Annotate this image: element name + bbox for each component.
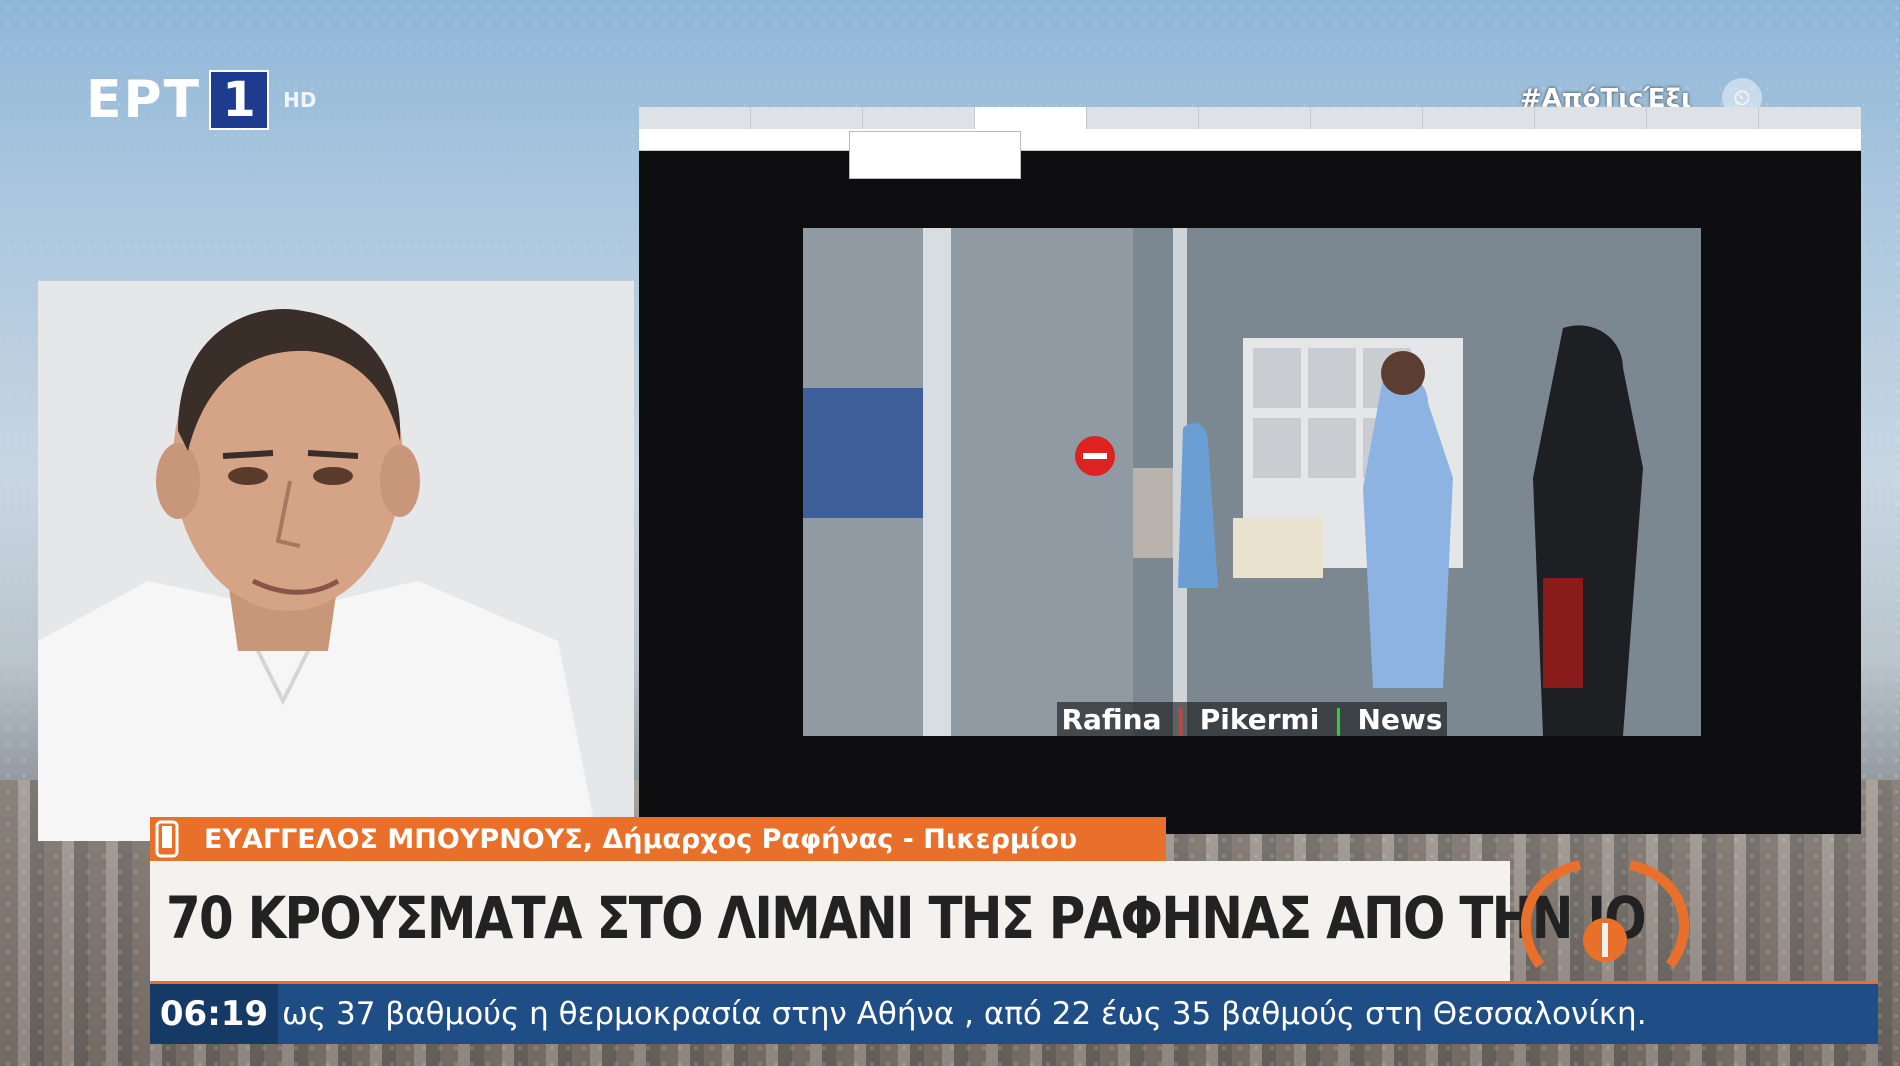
browser-tab[interactable] xyxy=(863,107,975,129)
browser-tab[interactable] xyxy=(1087,107,1199,129)
logo-text: ΕΡΤ xyxy=(86,70,202,130)
screen-share: Rafina | Pikermi | News xyxy=(639,107,1861,834)
browser-tab[interactable] xyxy=(751,107,863,129)
phone-icon xyxy=(150,817,184,861)
browser-tab-bar xyxy=(639,107,1861,129)
caption-separator: | xyxy=(1333,702,1344,736)
browser-tab[interactable] xyxy=(1199,107,1311,129)
headline: 70 ΚΡΟΥΣΜΑΤΑ ΣΤΟ ΛΙΜΑΝΙ ΤΗΣ ΡΑΦΗΝΑΣ ΑΠΟ … xyxy=(166,884,1647,952)
browser-tab[interactable] xyxy=(1535,107,1647,129)
video-caption: Rafina | Pikermi | News xyxy=(1057,702,1447,736)
browser-tab[interactable] xyxy=(1423,107,1535,129)
tab-tooltip xyxy=(849,131,1021,179)
name-strip: ΕΥΑΓΓΕΛΟΣ ΜΠΟΥΡΝΟΥΣ, Δήμαρχος Ραφήνας - … xyxy=(150,817,1166,861)
browser-tab[interactable] xyxy=(1647,107,1759,129)
news-video[interactable]: Rafina | Pikermi | News xyxy=(803,228,1701,736)
show-emblem-icon xyxy=(1520,860,1690,968)
caption-pikermi: Pikermi xyxy=(1199,702,1320,736)
caption-separator: | xyxy=(1175,702,1186,736)
clock: 06:19 xyxy=(150,984,278,1044)
guest-name: ΕΥΑΓΓΕΛΟΣ ΜΠΟΥΡΝΟΥΣ, Δήμαρχος Ραφήνας - … xyxy=(204,823,1078,855)
caption-rafina: Rafina xyxy=(1061,702,1162,736)
address-bar[interactable] xyxy=(639,129,1861,151)
browser-tab-active[interactable] xyxy=(975,107,1087,129)
channel-logo: ΕΡΤ 1 HD xyxy=(86,70,316,130)
caption-news: News xyxy=(1357,702,1443,736)
news-ticker: 06:19 ως 37 βαθμούς η θερμοκρασία στην Α… xyxy=(150,981,1878,1044)
ticker-text: ως 37 βαθμούς η θερμοκρασία στην Αθήνα ,… xyxy=(282,996,1647,1032)
browser-tab[interactable] xyxy=(639,107,751,129)
hd-badge: HD xyxy=(283,88,317,112)
logo-number: 1 xyxy=(209,70,270,130)
guest-photo xyxy=(38,281,634,841)
browser-tab[interactable] xyxy=(1311,107,1423,129)
